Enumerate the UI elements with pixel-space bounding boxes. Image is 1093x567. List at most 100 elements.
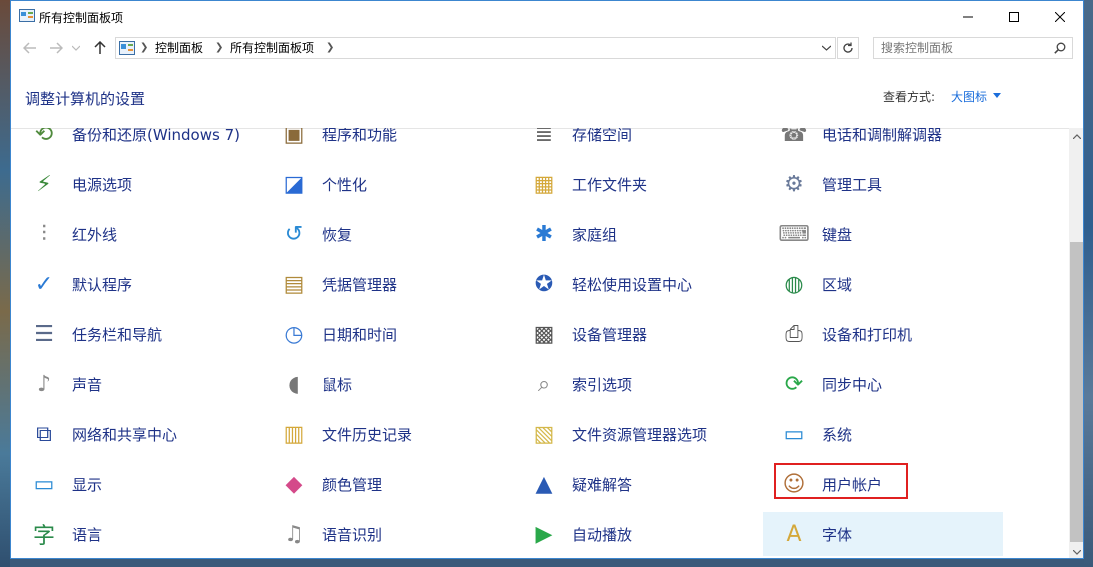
control-panel-item[interactable]: ☎ 电话和调制解调器 [763, 128, 1003, 156]
control-panel-item[interactable]: ▤ 凭据管理器 [263, 262, 503, 306]
control-panel-items: ⟲ 备份和还原(Windows 7) ⚡ 电源选项 ⫶ 红外线 ✓ 默认程序 ☰ 任务栏和导航 ♪ 声… [11, 128, 1069, 558]
control-panel-item[interactable]: ✪ 轻松使用设置中心 [513, 262, 753, 306]
maximize-icon [1009, 11, 1019, 22]
arrow-left-icon [23, 42, 36, 54]
control-panel-icon [119, 41, 135, 55]
view-by-dropdown[interactable]: 大图标 [951, 88, 987, 105]
scroll-up-button[interactable] [1069, 128, 1083, 144]
control-panel-item[interactable]: ✱ 家庭组 [513, 212, 753, 256]
control-panel-item[interactable]: ⚡ 电源选项 [13, 162, 253, 206]
control-panel-item[interactable]: ◷ 日期和时间 [263, 312, 503, 356]
sync-icon: ⟳ [784, 371, 804, 397]
control-panel-item[interactable]: ⧉ 网络和共享中心 [13, 412, 253, 456]
control-panel-item[interactable]: ⎙ 设备和打印机 [763, 312, 1003, 356]
up-button[interactable] [89, 38, 111, 58]
address-dropdown-button[interactable] [817, 38, 835, 58]
folder-options-icon: ▧ [533, 421, 555, 447]
breadcrumb-all-items[interactable]: 所有控制面板项 [230, 38, 314, 58]
item-label: 个性化 [322, 176, 368, 194]
item-label: 日期和时间 [322, 326, 398, 344]
address-bar[interactable]: ❯ 控制面板 ❯ 所有控制面板项 ❯ [115, 37, 836, 59]
control-panel-window: 所有控制面板项 ❯ 控制面板 ❯ 所有控制面板项 ❯ 搜索控制面板 调整计算机的… [10, 0, 1084, 559]
control-panel-item[interactable]: ▩ 设备管理器 [513, 312, 753, 356]
search-icon[interactable] [1054, 42, 1066, 54]
vertical-scrollbar[interactable] [1069, 128, 1083, 558]
chevron-up-icon [1073, 133, 1081, 139]
item-label: 疑难解答 [572, 476, 633, 494]
sound-icon: ♪ [36, 371, 52, 397]
minimize-button[interactable] [945, 1, 991, 32]
item-label: 家庭组 [572, 226, 618, 244]
control-panel-item[interactable]: ☰ 任务栏和导航 [13, 312, 253, 356]
taskbar-icon: ☰ [34, 321, 54, 347]
item-label: 鼠标 [322, 376, 353, 394]
homegroup-icon: ✱ [534, 221, 554, 247]
control-panel-item[interactable]: ≣ 存储空间 [513, 128, 753, 156]
control-panel-item[interactable]: ↺ 恢复 [263, 212, 503, 256]
control-panel-item[interactable]: ▣ 程序和功能 [263, 128, 503, 156]
scroll-thumb[interactable] [1070, 242, 1083, 542]
control-panel-item[interactable]: ⫶ 红外线 [13, 212, 253, 256]
control-panel-item[interactable]: ▭ 显示 [13, 462, 253, 506]
caret-down-icon[interactable] [993, 93, 1001, 98]
control-panel-item[interactable]: ⚙ 管理工具 [763, 162, 1003, 206]
breadcrumb-separator-icon: ❯ [326, 42, 335, 53]
control-panel-item[interactable]: ◪ 个性化 [263, 162, 503, 206]
control-panel-item[interactable]: ▦ 工作文件夹 [513, 162, 753, 206]
control-panel-item[interactable]: ▭ 系统 [763, 412, 1003, 456]
control-panel-item[interactable]: ▲ 疑难解答 [513, 462, 753, 506]
search-input[interactable]: 搜索控制面板 [881, 38, 953, 58]
item-label: 工作文件夹 [572, 176, 648, 194]
ease-of-access-icon: ✪ [534, 271, 554, 297]
item-label: 区域 [822, 276, 853, 294]
close-icon [1055, 11, 1065, 22]
control-panel-item[interactable]: ◆ 颜色管理 [263, 462, 503, 506]
control-panel-item[interactable]: ◖ 鼠标 [263, 362, 503, 406]
power-icon: ⚡ [36, 171, 52, 197]
search-box[interactable]: 搜索控制面板 [873, 37, 1073, 59]
close-button[interactable] [1037, 1, 1083, 32]
minimize-icon [963, 16, 973, 17]
storage-icon: ≣ [534, 128, 554, 147]
control-panel-item[interactable]: ⌕ 索引选项 [513, 362, 753, 406]
control-panel-item[interactable]: ⟳ 同步中心 [763, 362, 1003, 406]
navigation-bar: ❯ 控制面板 ❯ 所有控制面板项 ❯ 搜索控制面板 [11, 32, 1083, 64]
control-panel-item[interactable]: ♫ 语音识别 [263, 512, 503, 556]
backup-icon: ⟲ [34, 128, 54, 147]
control-panel-item[interactable]: ◍ 区域 [763, 262, 1003, 306]
item-label: 设备管理器 [572, 326, 648, 344]
item-label: 文件历史记录 [322, 426, 413, 444]
item-label: 恢复 [322, 226, 353, 244]
back-button[interactable] [19, 38, 41, 58]
item-label: 备份和还原(Windows 7) [72, 128, 240, 144]
forward-button[interactable] [45, 38, 67, 58]
scroll-down-button[interactable] [1069, 544, 1083, 558]
item-label: 语言 [72, 526, 103, 544]
work-folders-icon: ▦ [533, 171, 555, 197]
control-panel-item[interactable]: ♪ 声音 [13, 362, 253, 406]
printer-icon: ⎙ [785, 321, 803, 347]
control-panel-item[interactable]: 字语言 [13, 512, 253, 556]
maximize-button[interactable] [991, 1, 1037, 32]
control-panel-item[interactable]: ⟲ 备份和还原(Windows 7) [13, 128, 253, 156]
control-panel-item[interactable]: ⌨ 键盘 [763, 212, 1003, 256]
refresh-button[interactable] [837, 37, 859, 59]
item-label: 程序和功能 [322, 128, 398, 144]
chevron-down-icon [821, 45, 831, 51]
fonts-icon: A [786, 521, 802, 547]
microphone-icon: ♫ [284, 521, 304, 547]
file-history-icon: ▥ [283, 421, 305, 447]
control-panel-item[interactable]: ▶ 自动播放 [513, 512, 753, 556]
control-panel-item[interactable]: A 字体 [763, 512, 1003, 556]
control-panel-item[interactable]: ▧ 文件资源管理器选项 [513, 412, 753, 456]
breadcrumb-control-panel[interactable]: 控制面板 [155, 38, 203, 58]
control-panel-item[interactable]: ✓ 默认程序 [13, 262, 253, 306]
recent-locations-button[interactable] [69, 38, 83, 58]
personalization-icon: ◪ [283, 171, 305, 197]
system-icon: ▭ [783, 421, 805, 447]
item-label: 键盘 [822, 226, 853, 244]
item-label: 任务栏和导航 [72, 326, 163, 344]
control-panel-item[interactable]: ▥ 文件历史记录 [263, 412, 503, 456]
item-label: 语音识别 [322, 526, 383, 544]
view-by-label: 查看方式: [883, 90, 936, 104]
